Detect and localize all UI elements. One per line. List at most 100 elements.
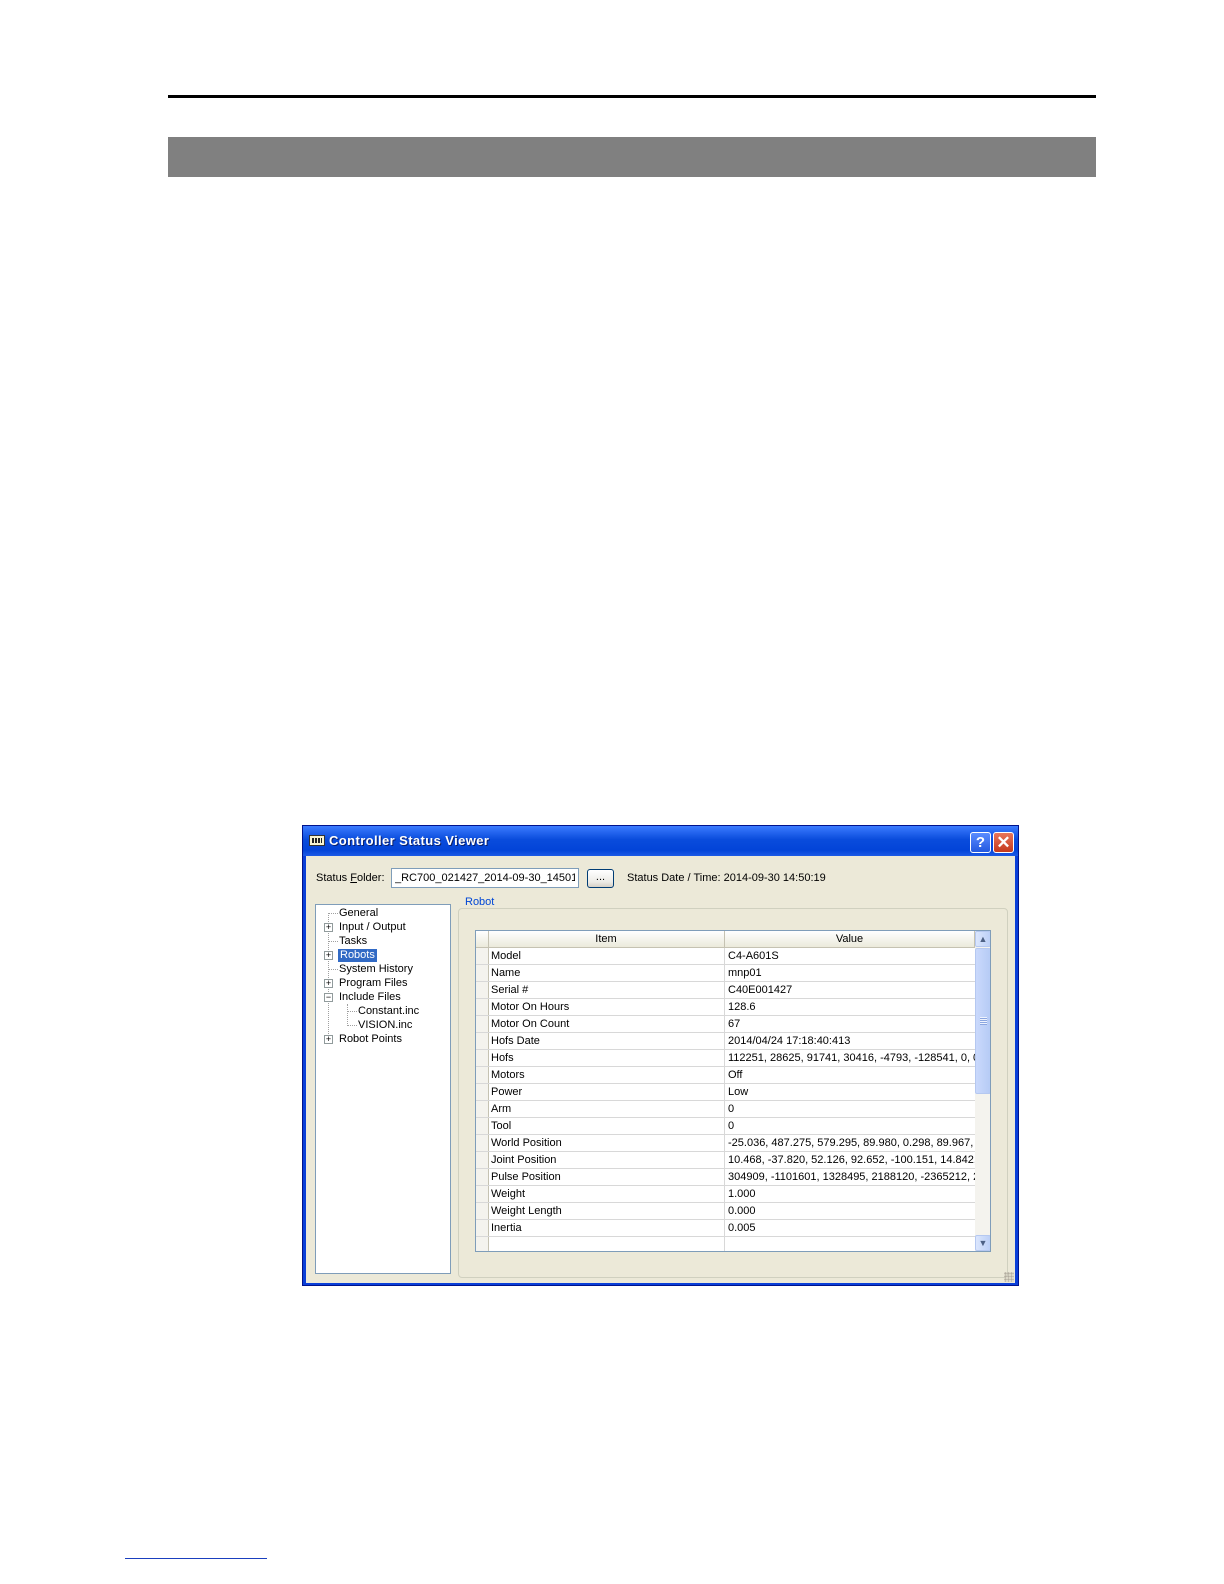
cell-value: 0.000	[728, 1205, 756, 1217]
table-row[interactable]: Inertia 0.005	[476, 1220, 975, 1237]
table-row[interactable]: Power Low	[476, 1084, 975, 1101]
browse-folder-button[interactable]: ...	[587, 869, 614, 888]
tree-item-constant-inc[interactable]: Constant.inc	[358, 1005, 419, 1018]
cell-item: Pulse Position	[488, 1169, 725, 1185]
table-row[interactable]: Motor On Hours 128.6	[476, 999, 975, 1016]
robot-status-grid[interactable]: Item Value Model C4-A601S Name mnp01 Ser…	[475, 930, 991, 1252]
resize-grip-icon[interactable]	[1004, 1272, 1014, 1282]
title-bar[interactable]: Controller Status Viewer ? ✕	[303, 826, 1018, 856]
table-row[interactable]: Arm 0	[476, 1101, 975, 1118]
cell-value: 67	[728, 1018, 741, 1030]
tree-item-general[interactable]: General	[339, 907, 378, 920]
tree-connector-line	[328, 913, 338, 914]
table-row[interactable]: Serial # C40E001427	[476, 982, 975, 999]
scroll-up-icon[interactable]: ▲	[975, 931, 990, 947]
cell-item: Hofs Date	[488, 1033, 725, 1049]
vertical-scrollbar[interactable]: ▲ ▼	[975, 931, 990, 1251]
collapse-icon[interactable]: −	[324, 993, 333, 1002]
tree-item-tasks[interactable]: Tasks	[339, 935, 367, 948]
table-row[interactable]: Pulse Position 304909, -1101601, 1328495…	[476, 1169, 975, 1186]
expand-icon[interactable]: +	[324, 979, 333, 988]
scrollbar-thumb[interactable]	[975, 948, 990, 1094]
table-row[interactable]: Weight 1.000	[476, 1186, 975, 1203]
close-button[interactable]: ✕	[993, 832, 1014, 853]
table-row[interactable]: Tool 0	[476, 1118, 975, 1135]
status-tree-view[interactable]: General + Input / Output Tasks + Robots …	[315, 904, 451, 1274]
cell-item: Weight	[488, 1186, 725, 1202]
cell-value: 10.468, -37.820, 52.126, 92.652, -100.15…	[728, 1154, 975, 1166]
table-row[interactable]: Joint Position 10.468, -37.820, 52.126, …	[476, 1152, 975, 1169]
tree-connector-line	[347, 1011, 357, 1012]
table-row[interactable]: Hofs Date 2014/04/24 17:18:40:413	[476, 1033, 975, 1050]
tree-connector-line	[328, 913, 329, 1040]
tree-item-system-history[interactable]: System History	[339, 963, 413, 976]
section-heading-bar	[168, 137, 1096, 177]
cell-item: Power	[488, 1084, 725, 1100]
cell-item: Model	[488, 948, 725, 964]
tree-item-vision-inc[interactable]: VISION.inc	[358, 1019, 412, 1032]
grid-header: Item Value	[476, 931, 975, 948]
controller-status-viewer-window: Controller Status Viewer ? ✕ Status Fold…	[302, 825, 1019, 1286]
app-icon	[309, 835, 325, 846]
cell-value: 128.6	[728, 1001, 756, 1013]
tree-item-robots[interactable]: Robots	[338, 949, 377, 962]
tree-connector-line	[347, 1004, 348, 1026]
table-row[interactable]: Name mnp01	[476, 965, 975, 982]
help-button[interactable]: ?	[970, 832, 991, 853]
cell-item: Motors	[488, 1067, 725, 1083]
tree-connector-line	[347, 1025, 357, 1026]
table-row[interactable]: Motors Off	[476, 1067, 975, 1084]
expand-icon[interactable]: +	[324, 1035, 333, 1044]
tree-item-robot-points[interactable]: Robot Points	[339, 1033, 402, 1046]
cell-item: World Position	[488, 1135, 725, 1151]
status-folder-accelerator: F	[350, 872, 357, 884]
cell-value: C4-A601S	[728, 950, 779, 962]
cell-item: Hofs	[488, 1050, 725, 1066]
cell-value: 112251, 28625, 91741, 30416, -4793, -128…	[728, 1052, 975, 1064]
cell-value: 0	[728, 1103, 735, 1115]
table-row[interactable]: Model C4-A601S	[476, 948, 975, 965]
tree-connector-line	[328, 941, 338, 942]
table-row-blank	[476, 1237, 975, 1251]
cell-item: Tool	[488, 1118, 725, 1134]
cell-value: 2014/04/24 17:18:40:413	[728, 1035, 851, 1047]
table-row[interactable]: Hofs 112251, 28625, 91741, 30416, -4793,…	[476, 1050, 975, 1067]
column-header-item[interactable]: Item	[488, 931, 725, 947]
page-header-rule	[168, 95, 1096, 98]
cell-item: Serial #	[488, 982, 725, 998]
cell-value: 1.000	[728, 1188, 756, 1200]
expand-icon[interactable]: +	[324, 951, 333, 960]
footer-rule	[125, 1558, 267, 1559]
cell-item: Weight Length	[488, 1203, 725, 1219]
cell-value: 304909, -1101601, 1328495, 2188120, -236…	[728, 1171, 975, 1183]
cell-item: Joint Position	[488, 1152, 725, 1168]
table-row[interactable]: Motor On Count 67	[476, 1016, 975, 1033]
table-row[interactable]: World Position -25.036, 487.275, 579.295…	[476, 1135, 975, 1152]
cell-item-empty	[488, 1237, 725, 1251]
tree-item-input-output[interactable]: Input / Output	[339, 921, 406, 934]
tree-item-include-files[interactable]: Include Files	[339, 991, 401, 1004]
cell-value: mnp01	[728, 967, 762, 979]
window-title: Controller Status Viewer	[329, 833, 490, 848]
status-date-time: Status Date / Time: 2014-09-30 14:50:19	[627, 872, 826, 884]
tree-item-program-files[interactable]: Program Files	[339, 977, 407, 990]
column-header-value[interactable]: Value	[725, 931, 975, 947]
cell-value: Off	[728, 1069, 743, 1081]
cell-item: Motor On Count	[488, 1016, 725, 1032]
robot-group-title: Robot	[462, 896, 498, 908]
cell-item: Name	[488, 965, 725, 981]
cell-value: -25.036, 487.275, 579.295, 89.980, 0.298…	[728, 1137, 975, 1149]
cell-value: Low	[728, 1086, 749, 1098]
cell-value: 0.005	[728, 1222, 756, 1234]
cell-item: Inertia	[488, 1220, 725, 1236]
table-row[interactable]: Weight Length 0.000	[476, 1203, 975, 1220]
cell-value: C40E001427	[728, 984, 793, 996]
expand-icon[interactable]: +	[324, 923, 333, 932]
cell-item: Motor On Hours	[488, 999, 725, 1015]
tree-connector-line	[328, 969, 338, 970]
window-client-area: Status Folder: ... Status Date / Time: 2…	[306, 856, 1015, 1283]
scroll-down-icon[interactable]: ▼	[975, 1235, 990, 1251]
cell-value: 0	[728, 1120, 735, 1132]
cell-item: Arm	[488, 1101, 725, 1117]
status-folder-input[interactable]	[391, 868, 579, 888]
